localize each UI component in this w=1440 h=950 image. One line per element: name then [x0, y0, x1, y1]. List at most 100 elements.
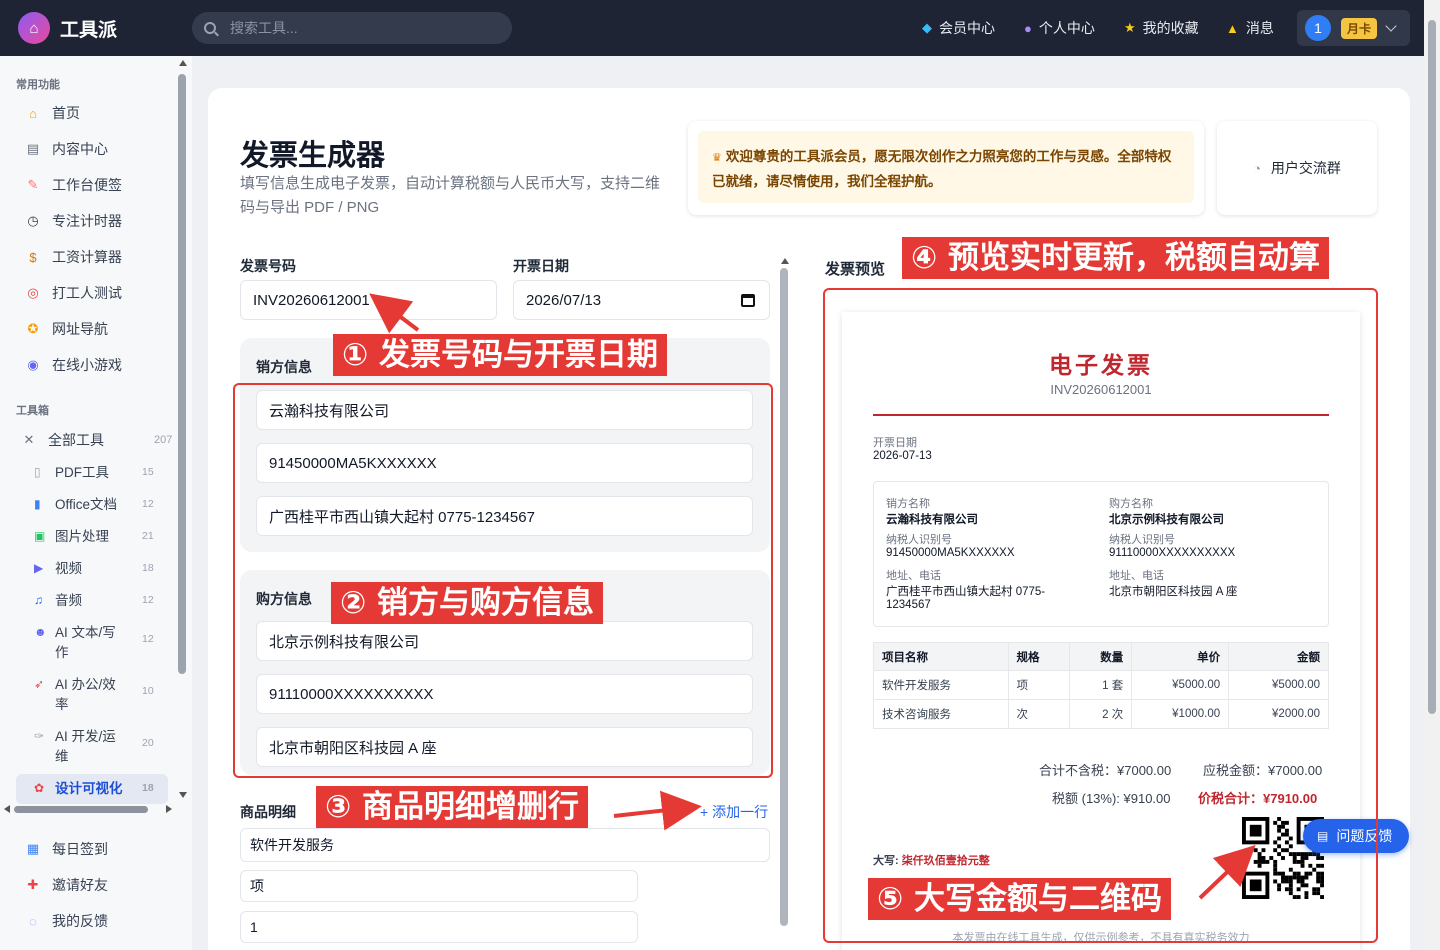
crown-icon: ♛: [712, 152, 722, 164]
palette-icon: ✿: [34, 781, 45, 795]
sidebar-item-label: 工资计算器: [52, 249, 122, 265]
scroll-up-icon[interactable]: [179, 60, 187, 66]
chat-bubble-icon: ◔: [1253, 160, 1261, 176]
rocket-icon: ➶: [34, 677, 45, 691]
nav-messages[interactable]: ▲ 消息: [1226, 18, 1274, 38]
sidebar-item-count: 12: [142, 633, 154, 645]
item-unit-input[interactable]: 项: [240, 870, 638, 902]
sidebar-item-notes[interactable]: ✎ 工作台便签: [24, 175, 174, 195]
sidebar-item-ai-text[interactable]: ☻ AI 文本/写作 12: [34, 623, 174, 663]
sidebar-item-label: 邀请好友: [52, 877, 108, 893]
office-icon: ▮: [34, 497, 41, 511]
user-group-label: 用户交流群: [1270, 160, 1341, 176]
sidebar-item-timer[interactable]: ◷ 专注计时器: [24, 211, 174, 231]
sidebar-scrollbar[interactable]: [178, 74, 186, 674]
sidebar-item-ai-dev[interactable]: ✑ AI 开发/运维 20: [34, 727, 174, 767]
member-notice: ♛ 欢迎尊贵的工具派会员，愿无限次创作之力照亮您的工作与灵感。全部特权已就绪，请尽…: [698, 131, 1194, 203]
nav-membership[interactable]: ◆ 会员中心: [922, 18, 995, 38]
sidebar-item-content[interactable]: ▤ 内容中心: [24, 139, 174, 159]
sidebar-item-label: 内容中心: [52, 141, 108, 157]
nav-profile[interactable]: ● 个人中心: [1024, 18, 1095, 38]
user-menu[interactable]: 1 月卡: [1297, 10, 1410, 46]
sidebar-item-label: 在线小游戏: [52, 357, 122, 373]
sidebar-item-image[interactable]: ▣ 图片处理 21: [34, 527, 174, 547]
sidebar-item-feedback[interactable]: ◌ 我的反馈: [24, 911, 174, 931]
robot-icon: ☻: [34, 625, 47, 639]
sidebar-item-count: 12: [142, 498, 154, 510]
annotation-label-3: ③ 商品明细增删行: [316, 786, 589, 828]
annotation-label-2: ② 销方与购方信息: [331, 582, 604, 624]
search-box[interactable]: [192, 12, 512, 44]
form-scrollbar[interactable]: [780, 268, 788, 926]
sidebar-section-common: 常用功能: [16, 79, 60, 91]
sidebar-item-label: 专注计时器: [52, 213, 122, 229]
sidebar-item-games[interactable]: ◉ 在线小游戏: [24, 355, 174, 375]
item-unit-value: 项: [250, 878, 264, 894]
sidebar-item-label: 我的反馈: [52, 913, 108, 929]
calendar-icon: ▦: [26, 841, 40, 856]
item-name-input[interactable]: 软件开发服务: [240, 828, 770, 862]
user-group-button[interactable]: ◔ 用户交流群: [1217, 121, 1377, 215]
calendar-icon[interactable]: [741, 294, 755, 307]
sidebar-item-all-tools[interactable]: ✕ 全部工具 207: [20, 430, 180, 450]
sidebar-item-audio[interactable]: ♫ 音频 12: [34, 591, 174, 611]
scroll-down-icon[interactable]: [179, 792, 187, 798]
sidebar-item-count: 10: [142, 685, 154, 697]
sidebar-item-design[interactable]: ✿ 设计可视化 18: [34, 779, 174, 799]
sidebar-item-office[interactable]: ▮ Office文档 12: [34, 495, 174, 515]
sidebar-item-pdf[interactable]: ▯ PDF工具 15: [34, 463, 174, 483]
sidebar-item-ai-office[interactable]: ➶ AI 办公/效率 10: [34, 675, 174, 715]
sidebar-item-salary[interactable]: $ 工资计算器: [24, 247, 174, 267]
add-row-button[interactable]: + 添加一行: [700, 802, 768, 822]
compass-icon: ✪: [27, 321, 39, 336]
member-notice-text: 欢迎尊贵的工具派会员，愿无限次创作之力照亮您的工作与灵感。全部特权已就绪，请尽情…: [712, 149, 1172, 189]
scroll-right-icon[interactable]: [166, 805, 172, 813]
tools-icon: ✕: [23, 432, 35, 447]
sidebar-item-count: 207: [154, 434, 173, 446]
scroll-left-icon[interactable]: [4, 805, 10, 813]
star-icon: ★: [1124, 20, 1136, 35]
content-icon: ▤: [26, 141, 40, 156]
preview-label: 发票预览: [825, 261, 886, 278]
pdf-icon: ▯: [34, 465, 41, 479]
sidebar-item-label: 网址导航: [52, 321, 108, 337]
page-title: 发票生成器: [240, 140, 386, 172]
sidebar-item-label: AI 办公/效率: [55, 677, 116, 712]
sidebar-item-invite[interactable]: ✚ 邀请好友: [24, 875, 174, 895]
date-input[interactable]: 2026/07/13: [513, 280, 770, 320]
sidebar-item-worker-test[interactable]: ◎ 打工人测试: [24, 283, 174, 303]
sidebar-item-checkin[interactable]: ▦ 每日签到: [24, 839, 174, 859]
page-scrollbar[interactable]: [1428, 20, 1436, 714]
sidebar-item-label: 全部工具: [48, 432, 104, 448]
invoice-no-value: INV20260612001: [253, 291, 370, 309]
date-value: 2026/07/13: [526, 291, 602, 309]
item-name-value: 软件开发服务: [250, 837, 334, 853]
annotation-label-4: ④ 预览实时更新，税额自动算: [902, 237, 1330, 279]
item-qty-input[interactable]: 1: [240, 911, 638, 943]
sidebar-hscrollbar[interactable]: [14, 806, 148, 813]
user-icon: ●: [1024, 20, 1032, 36]
sidebar-item-label: AI 文本/写作: [55, 625, 116, 660]
money-bag-icon: $: [29, 249, 37, 265]
sidebar-item-label: 首页: [52, 105, 80, 121]
search-input[interactable]: [230, 20, 470, 36]
sidebar-item-count: 20: [142, 737, 154, 749]
nav-favorites[interactable]: ★ 我的收藏: [1124, 18, 1199, 38]
sidebar-item-count: 15: [142, 466, 154, 478]
sidebar-item-label: 视频: [55, 561, 82, 576]
logo-icon: ⌂: [18, 12, 50, 44]
sidebar-item-label: AI 开发/运维: [55, 729, 116, 764]
invoice-no-input[interactable]: INV20260612001: [240, 280, 497, 320]
timer-icon: ◷: [27, 213, 39, 228]
sidebar-item-count: 12: [142, 594, 154, 606]
form-scroll-up-icon[interactable]: [781, 258, 789, 264]
avatar: 1: [1305, 15, 1331, 41]
sidebar-item-home[interactable]: ⌂ 首页: [24, 103, 174, 123]
target-icon: ◎: [27, 285, 39, 300]
brand-name: 工具派: [60, 19, 118, 41]
brand-logo[interactable]: ⌂ 工具派: [18, 12, 117, 44]
sidebar-item-video[interactable]: ▶ 视频 18: [34, 559, 174, 579]
seller-label: 销方信息: [256, 359, 312, 375]
note-icon: ✎: [27, 177, 39, 192]
sidebar-item-url-nav[interactable]: ✪ 网址导航: [24, 319, 174, 339]
